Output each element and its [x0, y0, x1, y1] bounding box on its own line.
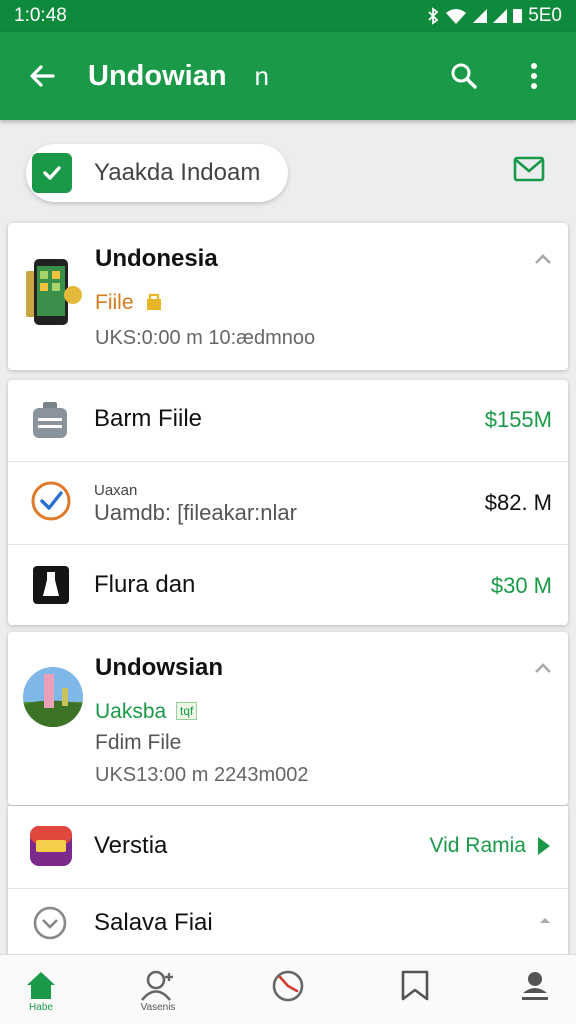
- account-card-2[interactable]: Undowsian Uaksba tqf Fdim File UKS13:00 …: [8, 632, 568, 805]
- app-bar: Undowian n: [0, 32, 576, 120]
- status-time: 1:0:48: [14, 5, 67, 26]
- list-item[interactable]: Uaxan Uamdb: [fileakar:nlar $82. M: [8, 462, 568, 544]
- list-item-amount: $30 M: [490, 573, 552, 598]
- clock-icon: [272, 970, 304, 1002]
- nav-history[interactable]: [263, 969, 313, 1021]
- mail-button[interactable]: [512, 152, 546, 191]
- list-item[interactable]: Flura dan $30 M: [8, 545, 568, 625]
- list-item-action-label: Vid Ramia: [429, 834, 527, 857]
- nav-home-label: Habe: [29, 1002, 53, 1013]
- filter-chip[interactable]: Yaakda Indoam: [26, 144, 288, 202]
- briefcase-icon: [33, 402, 67, 438]
- list-item-label: Verstia: [94, 832, 168, 859]
- card-title: Undowsian: [95, 654, 224, 681]
- file-lock-icon: [147, 293, 162, 310]
- page-title: Undowian: [88, 59, 227, 92]
- card-title: Undonesia: [95, 245, 218, 272]
- card-tag-badge: tqf: [176, 702, 198, 720]
- account-card-1[interactable]: Undonesia Fiile UKS:0:00 m 10:ædmnoo: [8, 223, 568, 370]
- card-tag-label: Fiile: [95, 291, 134, 314]
- back-button[interactable]: [18, 52, 66, 100]
- page-subtitle: n: [254, 60, 270, 91]
- home-icon: [27, 972, 55, 999]
- wifi-icon: [446, 9, 467, 24]
- card-tag: Fiile: [95, 291, 163, 315]
- battery-level: 5E0: [528, 5, 562, 26]
- card-tag-label: Uaksba: [95, 700, 167, 723]
- chevron-small-icon[interactable]: [538, 915, 552, 927]
- status-bar: 1:0:48 5E0: [0, 0, 576, 32]
- card-tag: Uaksba tqf: [95, 700, 198, 724]
- signal-icon: [473, 9, 488, 23]
- list-item[interactable]: Barm Fiile $155M: [8, 380, 568, 461]
- nav-people-label: Vasenis: [140, 1002, 176, 1013]
- list-item[interactable]: Salava Fiai: [8, 889, 568, 956]
- more-vert-icon: [531, 63, 537, 89]
- card-line: Fdim File: [95, 731, 182, 754]
- filter-chip-label: Yaakda Indoam: [94, 159, 261, 186]
- account-icon: [522, 972, 548, 1000]
- list-item-amount: $155M: [484, 407, 552, 432]
- bookmark-icon: [401, 970, 429, 1001]
- more-options-button[interactable]: [510, 52, 558, 100]
- search-button[interactable]: [440, 52, 488, 100]
- list-item-label-small: Uaxan: [94, 482, 138, 499]
- list-item-label: Flura dan: [94, 571, 196, 598]
- battery-icon: [513, 9, 523, 23]
- play-arrow-icon: [538, 837, 550, 855]
- transaction-list-1: Barm Fiile $155M Uaxan Uamdb: [fileakar:…: [8, 380, 568, 625]
- person-add-icon: [140, 970, 173, 1001]
- arrow-back-icon: [30, 65, 55, 87]
- check-circle-icon: [31, 481, 71, 521]
- search-icon: [451, 63, 477, 89]
- list-item-amount: $82. M: [484, 490, 552, 515]
- landscape-avatar: [23, 667, 83, 727]
- list-item-label: Salava Fiai: [94, 909, 213, 936]
- list-item[interactable]: Verstia Vid Ramia: [8, 806, 568, 888]
- bottle-icon: [33, 566, 69, 604]
- list-item-label: Uamdb: [fileakar:nlar: [94, 500, 297, 525]
- nav-home[interactable]: Habe: [16, 969, 66, 1021]
- signal-icon-2: [493, 9, 508, 23]
- transaction-list-2: Verstia Vid Ramia Salava Fiai: [8, 806, 568, 956]
- filter-row: Yaakda Indoam: [0, 120, 576, 220]
- status-icons: 5E0: [427, 5, 562, 27]
- app-logo-icon: [30, 826, 72, 866]
- list-item-label: Barm Fiile: [94, 405, 203, 432]
- card-subtitle: UKS13:00 m 2243m002: [95, 764, 309, 786]
- bottom-navigation: Habe Vasenis: [0, 954, 576, 1024]
- card-subtitle: UKS:0:00 m 10:ædmnoo: [95, 327, 316, 349]
- chevron-down-circle-icon: [33, 906, 67, 940]
- list-item-action[interactable]: Vid Ramia: [430, 834, 553, 858]
- checkbox-checked-icon: [32, 153, 72, 193]
- mail-icon: [513, 156, 545, 182]
- chevron-up-icon[interactable]: [534, 253, 552, 265]
- nav-people[interactable]: Vasenis: [133, 969, 183, 1021]
- nav-account[interactable]: [510, 969, 560, 1021]
- chevron-up-icon[interactable]: [534, 662, 552, 674]
- phone-app-icon: [26, 259, 82, 325]
- bluetooth-icon: [428, 7, 439, 25]
- nav-bookmarks[interactable]: [390, 969, 440, 1021]
